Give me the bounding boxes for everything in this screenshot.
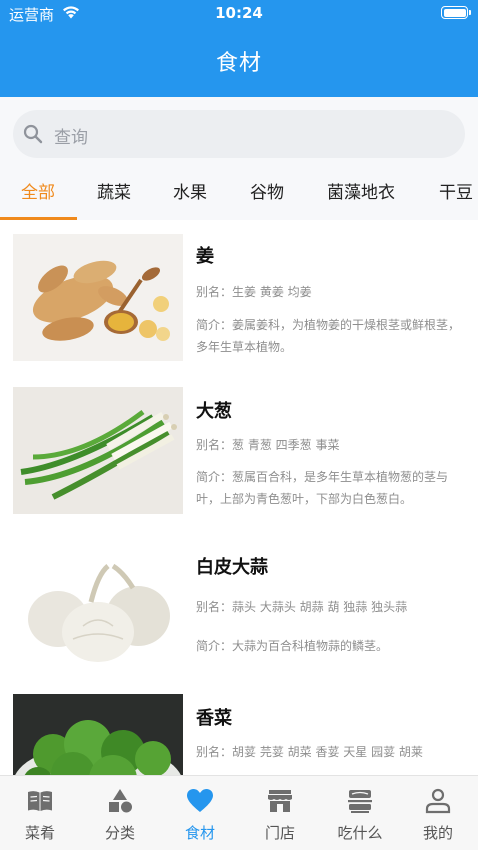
bottom-tab-bar: 菜肴 分类 食材 门店 吃什么 我的 bbox=[0, 775, 478, 850]
store-icon bbox=[268, 790, 292, 812]
list-item[interactable]: 白皮大蒜 别名：蒜头 大蒜头 胡蒜 葫 独蒜 独头蒜 简介：大蒜为百合科植物蒜的… bbox=[0, 530, 478, 680]
ingredient-name: 香菜 bbox=[196, 708, 232, 729]
page-title: 食材 bbox=[215, 51, 262, 76]
tabbar-label: 吃什么 bbox=[337, 824, 383, 842]
tab-fruits[interactable]: 水果 bbox=[173, 178, 207, 203]
heart-icon bbox=[187, 789, 213, 812]
tabbar-label: 食材 bbox=[184, 824, 215, 842]
ingredient-intro: 简介：葱属百合科，是多年生草本植物葱的茎与叶，上部为青色葱叶，下部为白色葱白。 bbox=[196, 470, 449, 506]
coriander-photo bbox=[13, 694, 183, 775]
tabbar-label: 我的 bbox=[422, 824, 453, 842]
tab-all[interactable]: 全部 bbox=[21, 178, 55, 203]
tabbar-label: 门店 bbox=[264, 824, 295, 842]
shapes-icon bbox=[109, 789, 132, 813]
profile-icon bbox=[425, 788, 451, 814]
ingredient-list: 姜 别名：生姜 黄姜 均姜 简介：姜属姜科，为植物姜的干燥根茎或鲜根茎，多年生草… bbox=[0, 220, 478, 775]
search-icon bbox=[23, 124, 43, 144]
tabbar-item-categories[interactable]: 分类 bbox=[80, 776, 160, 850]
tab-fungi-algae[interactable]: 菌藻地衣 bbox=[327, 178, 395, 203]
ingredient-alias: 别名：胡荽 芫荽 胡菜 香荽 天星 园荽 胡莱 bbox=[196, 745, 423, 759]
tabbar-item-dishes[interactable]: 菜肴 bbox=[0, 776, 80, 850]
list-item[interactable]: 姜 别名：生姜 黄姜 均姜 简介：姜属姜科，为植物姜的干燥根茎或鲜根茎，多年生草… bbox=[0, 220, 478, 370]
status-time: 10:24 bbox=[215, 4, 263, 22]
tabbar-item-ingredients[interactable]: 食材 bbox=[160, 776, 240, 850]
tabbar-item-what-to-eat[interactable]: 吃什么 bbox=[320, 776, 400, 850]
app-header: 运营商 10:24 食材 bbox=[0, 0, 478, 97]
tabbar-label: 分类 bbox=[104, 824, 135, 842]
list-item[interactable]: 大葱 别名：葱 青葱 四季葱 事菜 简介：葱属百合科，是多年生草本植物葱的茎与叶… bbox=[0, 373, 478, 523]
search-area: 查询 全部 蔬菜 水果 谷物 菌藻地衣 干豆 bbox=[0, 97, 478, 220]
search-placeholder: 查询 bbox=[54, 128, 88, 148]
ginger-photo bbox=[13, 234, 183, 361]
list-item[interactable]: 香菜 别名：胡荽 芫荽 胡菜 香荽 天星 园荽 胡莱 bbox=[0, 680, 478, 775]
ingredient-alias: 别名：蒜头 大蒜头 胡蒜 葫 独蒜 独头蒜 bbox=[196, 600, 408, 614]
ingredient-name: 白皮大蒜 bbox=[196, 557, 268, 578]
ingredient-intro: 简介：大蒜为百合科植物蒜的鳞茎。 bbox=[196, 639, 389, 653]
battery-icon bbox=[441, 6, 471, 19]
book-icon bbox=[28, 791, 52, 811]
food-icon bbox=[348, 790, 372, 813]
tab-vegetables[interactable]: 蔬菜 bbox=[97, 178, 131, 203]
garlic-photo bbox=[13, 544, 183, 671]
category-tabs: 全部 蔬菜 水果 谷物 菌藻地衣 干豆 bbox=[0, 170, 478, 220]
tab-dried-beans[interactable]: 干豆 bbox=[439, 178, 473, 203]
scallion-photo bbox=[13, 387, 183, 514]
ingredient-name: 大葱 bbox=[196, 401, 232, 422]
status-bar: 运营商 10:24 bbox=[0, 0, 478, 28]
search-input[interactable]: 查询 bbox=[13, 110, 465, 158]
ingredient-intro: 简介：姜属姜科，为植物姜的干燥根茎或鲜根茎，多年生草本植物。 bbox=[196, 318, 461, 354]
tab-grains[interactable]: 谷物 bbox=[250, 178, 284, 203]
tabbar-item-stores[interactable]: 门店 bbox=[240, 776, 320, 850]
ingredient-alias: 别名：葱 青葱 四季葱 事菜 bbox=[196, 438, 340, 452]
tabbar-label: 菜肴 bbox=[24, 824, 55, 842]
ingredient-alias: 别名：生姜 黄姜 均姜 bbox=[196, 285, 312, 299]
ingredient-name: 姜 bbox=[196, 246, 214, 267]
tabbar-item-me[interactable]: 我的 bbox=[398, 776, 478, 850]
